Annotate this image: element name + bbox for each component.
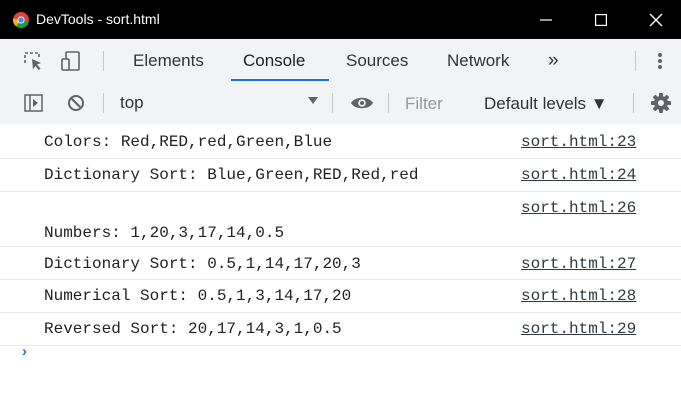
minimize-icon: [540, 18, 552, 21]
tab-console[interactable]: Console: [243, 39, 305, 82]
source-link[interactable]: sort.html:26: [521, 199, 636, 217]
active-tab-indicator: [231, 79, 329, 81]
console-output: Colors: Red,RED,red,Green,Blue sort.html…: [0, 124, 681, 346]
live-expression-eye-icon[interactable]: [350, 95, 374, 111]
source-link[interactable]: sort.html:29: [521, 320, 636, 338]
toolbar-divider: [633, 93, 634, 113]
maximize-button[interactable]: [574, 0, 628, 39]
more-tabs-button[interactable]: »: [548, 39, 559, 82]
console-message-text: Colors: Red,RED,red,Green,Blue: [44, 133, 333, 151]
console-message-row: Reversed Sort: 20,17,14,3,1,0.5 sort.htm…: [0, 313, 681, 346]
tab-network[interactable]: Network: [447, 39, 509, 82]
console-prompt-icon[interactable]: ›: [22, 343, 27, 360]
source-link[interactable]: sort.html:23: [521, 133, 636, 151]
console-toolbar: top Filter Default levels ▼: [0, 82, 681, 125]
console-message-row: Dictionary Sort: 0.5,1,14,17,20,3 sort.h…: [0, 247, 681, 280]
context-selector[interactable]: top: [120, 93, 144, 113]
filter-input[interactable]: Filter: [397, 92, 473, 116]
log-levels-dropdown[interactable]: Default levels ▼: [484, 92, 608, 116]
context-dropdown-icon[interactable]: [308, 97, 318, 105]
source-link[interactable]: sort.html:24: [521, 166, 636, 184]
settings-gear-icon[interactable]: [651, 93, 671, 113]
chrome-icon: [13, 12, 29, 28]
tab-elements[interactable]: Elements: [133, 39, 204, 82]
inspect-element-icon[interactable]: [22, 50, 44, 72]
console-message-row: sort.html:26 Numbers: 1,20,3,17,14,0.5: [0, 192, 681, 247]
device-toolbar-icon[interactable]: [60, 50, 82, 72]
minimize-button[interactable]: [519, 0, 573, 39]
console-message-text: Numerical Sort: 0.5,1,3,14,17,20: [44, 287, 352, 305]
console-message-text: Reversed Sort: 20,17,14,3,1,0.5: [44, 320, 342, 338]
tab-sources[interactable]: Sources: [346, 39, 408, 82]
devtools-tab-bar: Elements Console Sources Network »: [0, 39, 681, 83]
source-link[interactable]: sort.html:27: [521, 255, 636, 273]
maximize-icon: [595, 13, 607, 26]
sidebar-toggle-icon[interactable]: [24, 94, 43, 112]
clear-console-icon[interactable]: [67, 94, 85, 112]
console-message-row: Dictionary Sort: Blue,Green,RED,Red,red …: [0, 159, 681, 192]
toolbar-divider: [388, 93, 389, 113]
tab-divider: [103, 51, 104, 71]
console-message-row: Numerical Sort: 0.5,1,3,14,17,20 sort.ht…: [0, 280, 681, 313]
devtools-window: DevTools - sort.html Elements Console So…: [0, 0, 681, 394]
close-icon: [649, 13, 663, 26]
console-message-text: Dictionary Sort: Blue,Green,RED,Red,red: [44, 166, 419, 184]
toolbar-divider: [332, 93, 333, 113]
toolbar-divider: [103, 93, 104, 113]
console-message-text: Dictionary Sort: 0.5,1,14,17,20,3: [44, 255, 361, 273]
window-title: DevTools - sort.html: [36, 11, 160, 27]
kebab-menu-icon[interactable]: [657, 52, 663, 70]
source-link[interactable]: sort.html:28: [521, 287, 636, 305]
console-message-row: Colors: Red,RED,red,Green,Blue sort.html…: [0, 124, 681, 159]
console-message-text: Numbers: 1,20,3,17,14,0.5: [44, 224, 285, 242]
close-button[interactable]: [629, 0, 681, 39]
title-bar: DevTools - sort.html: [0, 0, 681, 39]
tab-divider: [635, 51, 636, 71]
